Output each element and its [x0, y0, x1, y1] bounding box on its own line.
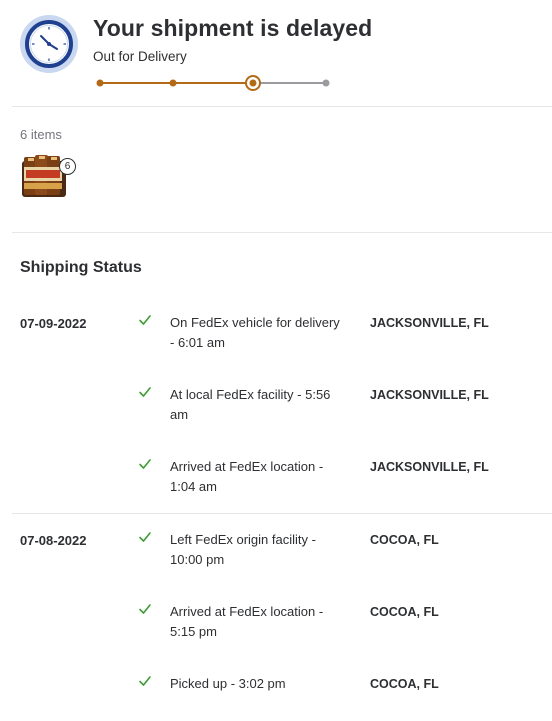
event-description: At local FedEx facility - 5:56 am — [170, 387, 331, 422]
tracking-event: Arrived at FedEx location - 5:15 pm COCO… — [0, 604, 552, 649]
event-description: Arrived at FedEx location - 5:15 pm — [170, 604, 324, 639]
event-description: On FedEx vehicle for delivery - 6:01 am — [170, 315, 340, 350]
check-icon — [139, 315, 151, 325]
check-icon — [139, 604, 151, 614]
check-icon — [139, 532, 151, 542]
divider — [12, 513, 552, 514]
tracking-event: At local FedEx facility - 5:56 am JACKSO… — [0, 387, 552, 432]
shipping-status-title: Shipping Status — [20, 259, 142, 276]
shipment-status-label: Out for Delivery — [93, 49, 187, 64]
progress-step-2 — [169, 79, 177, 87]
divider — [12, 106, 552, 107]
divider — [12, 232, 552, 233]
tracking-event: 07-08-2022 Left FedEx origin facility - … — [0, 532, 552, 577]
check-icon — [139, 459, 151, 469]
delivery-progress-tracker — [96, 75, 330, 91]
event-date: 07-09-2022 — [20, 316, 87, 331]
quantity-badge: 6 — [59, 158, 76, 175]
items-count: 6 items — [20, 127, 62, 142]
event-description: Arrived at FedEx location - 1:04 am — [170, 459, 324, 494]
event-location: JACKSONVILLE, FL — [370, 460, 489, 474]
page-title: Your shipment is delayed — [93, 15, 373, 41]
event-description: Left FedEx origin facility - 10:00 pm — [170, 532, 316, 567]
tracking-event: 07-09-2022 On FedEx vehicle for delivery… — [0, 315, 552, 360]
event-location: JACKSONVILLE, FL — [370, 316, 489, 330]
event-location: COCOA, FL — [370, 677, 439, 691]
event-date: 07-08-2022 — [20, 533, 87, 548]
progress-step-4 — [322, 79, 330, 87]
shipment-header: Your shipment is delayed Out for Deliver… — [0, 0, 552, 107]
event-location: COCOA, FL — [370, 605, 439, 619]
clock-icon — [20, 15, 78, 73]
event-description: Picked up - 3:02 pm — [170, 676, 286, 691]
event-location: JACKSONVILLE, FL — [370, 388, 489, 402]
progress-step-1 — [96, 79, 104, 87]
tracking-event: Arrived at FedEx location - 1:04 am JACK… — [0, 459, 552, 504]
check-icon — [139, 387, 151, 397]
event-location: COCOA, FL — [370, 533, 439, 547]
check-icon — [139, 676, 151, 686]
tracking-event: Picked up - 3:02 pm COCOA, FL — [0, 676, 552, 721]
